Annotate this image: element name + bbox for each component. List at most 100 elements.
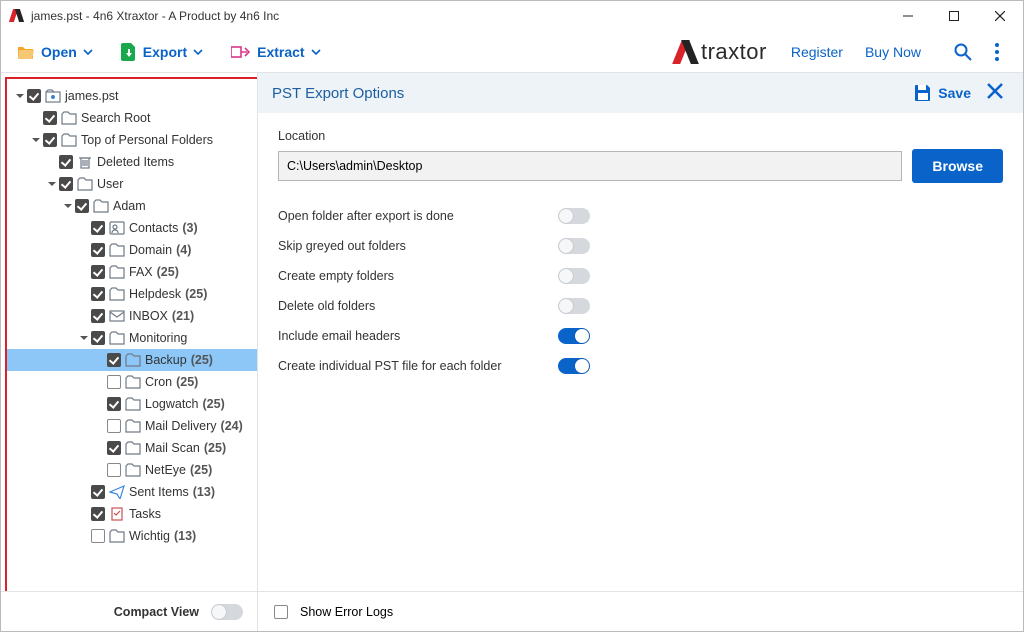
buy-now-link[interactable]: Buy Now [865,44,921,60]
tree-item[interactable]: james.pst [7,85,257,107]
menu-button[interactable] [983,38,1011,66]
trash-icon [77,155,93,169]
extract-button[interactable]: Extract [227,40,324,64]
save-icon [914,84,932,102]
tree-item[interactable]: Sent Items (13) [7,481,257,503]
tree-checkbox[interactable] [91,485,105,499]
compact-view-label: Compact View [114,605,199,619]
tree-item[interactable]: Adam [7,195,257,217]
panel-header: PST Export Options Save [258,73,1023,113]
tree-item[interactable]: INBOX(21) [7,305,257,327]
tree-checkbox[interactable] [59,155,73,169]
tree-item[interactable]: Helpdesk(25) [7,283,257,305]
option-toggle[interactable] [558,238,590,254]
tree-label: Search Root [81,111,150,125]
option-toggle[interactable] [558,358,590,374]
option-toggle[interactable] [558,268,590,284]
compact-view-toggle[interactable] [211,604,243,620]
panel-close-button[interactable] [985,81,1009,105]
tree-item[interactable]: Cron(25) [7,371,257,393]
tree-checkbox[interactable] [91,243,105,257]
tree-checkbox[interactable] [43,133,57,147]
browse-button[interactable]: Browse [912,149,1003,183]
window-controls [885,1,1023,31]
export-button[interactable]: Export [117,39,207,65]
tree-checkbox[interactable] [91,507,105,521]
panel-title: PST Export Options [272,85,404,102]
tree-item[interactable]: User [7,173,257,195]
save-button[interactable]: Save [914,84,971,102]
tree-count: (21) [172,309,194,323]
twisty-icon[interactable] [29,136,43,144]
tree-checkbox[interactable] [107,397,121,411]
tree-checkbox[interactable] [107,463,121,477]
tree-item[interactable]: Contacts(3) [7,217,257,239]
minimize-button[interactable] [885,1,931,31]
location-input[interactable] [278,151,902,181]
tree-item[interactable]: Search Root [7,107,257,129]
tree-checkbox[interactable] [91,221,105,235]
tree-item[interactable]: Top of Personal Folders [7,129,257,151]
tree-checkbox[interactable] [91,265,105,279]
tree-checkbox[interactable] [91,331,105,345]
tree-checkbox[interactable] [91,287,105,301]
tasks-icon [109,507,125,521]
tree-label: Mail Scan [145,441,200,455]
tree-item[interactable]: Tasks [7,503,257,525]
tree-item[interactable]: Logwatch(25) [7,393,257,415]
folder-icon [125,441,141,455]
open-label: Open [41,44,77,60]
tree-checkbox[interactable] [27,89,41,103]
tree-item[interactable]: Wichtig(13) [7,525,257,547]
search-button[interactable] [949,38,977,66]
folder-icon [125,419,141,433]
tree-item[interactable]: NetEye(25) [7,459,257,481]
folder-icon [125,397,141,411]
export-option-row: Include email headers [278,321,1003,351]
tree-checkbox[interactable] [43,111,57,125]
tree-checkbox[interactable] [59,177,73,191]
tree-item[interactable]: FAX(25) [7,261,257,283]
export-option-row: Create empty folders [278,261,1003,291]
register-link[interactable]: Register [791,44,843,60]
logo-x-icon [673,39,699,65]
tree-label: Sent Items [129,485,189,499]
option-toggle[interactable] [558,208,590,224]
tree-checkbox[interactable] [75,199,89,213]
twisty-icon[interactable] [77,334,91,342]
export-label: Export [143,44,187,60]
tree-checkbox[interactable] [91,529,105,543]
tree-item[interactable]: Monitoring [7,327,257,349]
folder-tree[interactable]: james.pst Search Root Top of Personal Fold… [5,77,257,591]
show-error-logs-checkbox[interactable] [274,605,288,619]
twisty-icon[interactable] [45,180,59,188]
tree-checkbox[interactable] [91,309,105,323]
tree-label: Cron [145,375,172,389]
tree-item[interactable]: Mail Scan(25) [7,437,257,459]
open-button[interactable]: Open [13,40,97,64]
tree-count: (13) [174,529,196,543]
twisty-icon[interactable] [13,92,27,100]
tree-item[interactable]: Mail Delivery(24) [7,415,257,437]
option-label: Create individual PST file for each fold… [278,359,558,373]
tree-item[interactable]: Domain(4) [7,239,257,261]
option-toggle[interactable] [558,328,590,344]
panel-footer: Show Error Logs [258,591,1023,631]
tree-count: (4) [176,243,191,257]
tree-item[interactable]: Deleted Items [7,151,257,173]
tree-checkbox[interactable] [107,441,121,455]
maximize-button[interactable] [931,1,977,31]
tree-label: User [97,177,123,191]
tree-checkbox[interactable] [107,419,121,433]
twisty-icon[interactable] [61,202,75,210]
folder-icon [109,287,125,301]
app-icon [9,8,25,24]
close-button[interactable] [977,1,1023,31]
option-toggle[interactable] [558,298,590,314]
show-error-logs-label: Show Error Logs [300,605,393,619]
tree-checkbox[interactable] [107,375,121,389]
tree-count: (13) [193,485,215,499]
tree-checkbox[interactable] [107,353,121,367]
tree-item[interactable]: Backup(25) [7,349,257,371]
tree-label: Tasks [129,507,161,521]
